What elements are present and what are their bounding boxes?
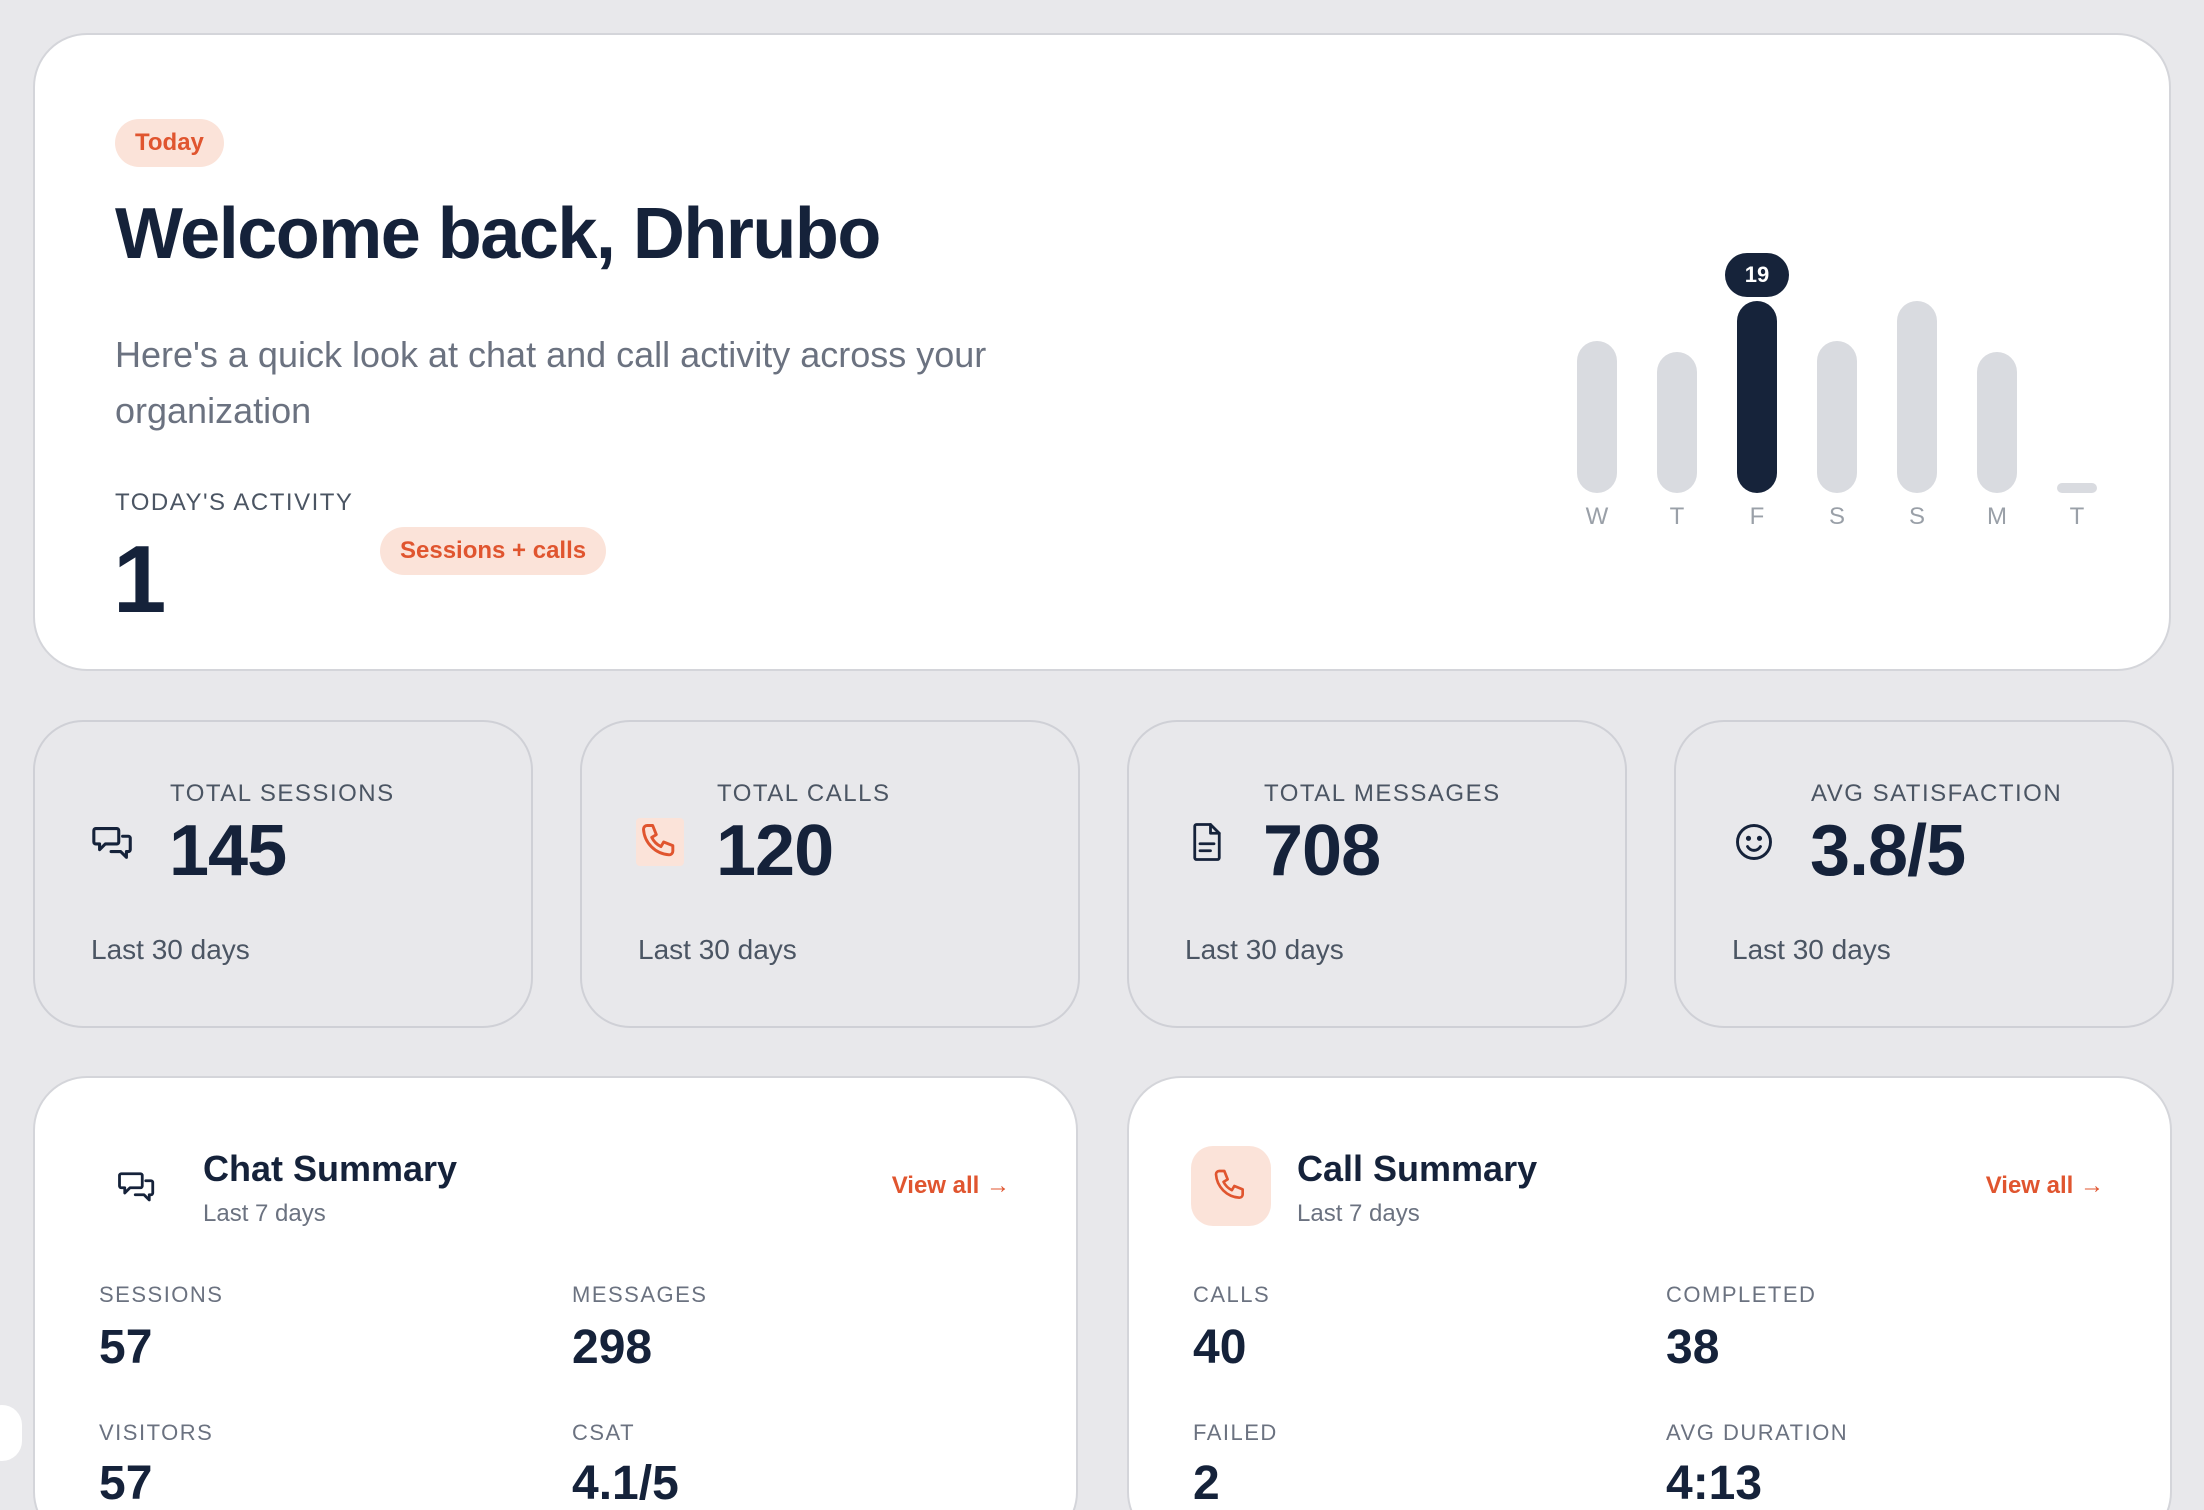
metric-value-calls: 40 bbox=[1193, 1321, 1247, 1374]
metric-label-csat: CSAT bbox=[572, 1420, 636, 1445]
stat-value: 145 bbox=[169, 811, 287, 891]
bar-day-label: F bbox=[1749, 503, 1765, 530]
call-summary-period: Last 7 days bbox=[1297, 1200, 1420, 1227]
welcome-subtitle: Here's a quick look at chat and call act… bbox=[115, 334, 987, 431]
stat-label: TOTAL CALLS bbox=[717, 780, 891, 807]
metric-value-visitors: 57 bbox=[99, 1457, 153, 1510]
dashboard-page: Today Welcome back, Dhrubo Here's a quic… bbox=[0, 0, 2204, 1510]
metric-label-avg-duration: AVG DURATION bbox=[1666, 1420, 1849, 1445]
bar[interactable] bbox=[2057, 483, 2097, 493]
chat-bubbles-icon bbox=[89, 818, 137, 866]
metric-label-visitors: VISITORS bbox=[99, 1420, 214, 1445]
metric-value-messages: 298 bbox=[572, 1321, 653, 1374]
bar[interactable] bbox=[1897, 301, 1937, 493]
call-summary-card: Call Summary Last 7 days View all → CALL… bbox=[1127, 1076, 2172, 1510]
bar-day-label: T bbox=[2069, 503, 2085, 530]
stat-label: AVG SATISFACTION bbox=[1811, 780, 2063, 807]
stat-period: Last 30 days bbox=[91, 934, 250, 965]
bar-column: T bbox=[2057, 205, 2097, 535]
metric-label-failed: FAILED bbox=[1193, 1420, 1278, 1445]
document-icon bbox=[1183, 818, 1231, 866]
bar-column: W bbox=[1577, 205, 1617, 535]
bar-column: T bbox=[1657, 205, 1697, 535]
bar[interactable] bbox=[1577, 341, 1617, 493]
bar-day-label: T bbox=[1669, 503, 1685, 530]
stat-label: TOTAL SESSIONS bbox=[170, 780, 395, 807]
stat-value: 120 bbox=[716, 811, 834, 891]
bar-day-label: W bbox=[1585, 503, 1609, 530]
metric-value-completed: 38 bbox=[1666, 1321, 1720, 1374]
stat-value: 3.8/5 bbox=[1810, 811, 1966, 891]
chat-summary-title: Chat Summary bbox=[203, 1148, 458, 1189]
metric-label-messages: MESSAGES bbox=[572, 1282, 708, 1307]
bar-column: F 19 bbox=[1725, 205, 1789, 535]
bar[interactable] bbox=[1977, 352, 2017, 493]
chat-bubbles-icon bbox=[97, 1146, 177, 1226]
bar-column: S bbox=[1897, 205, 1937, 535]
stat-card-total-sessions[interactable]: TOTAL SESSIONS 145 Last 30 days bbox=[33, 720, 533, 1028]
bar-value-tooltip: 19 bbox=[1725, 253, 1789, 297]
chat-summary-period: Last 7 days bbox=[203, 1200, 326, 1227]
metric-value-csat: 4.1/5 bbox=[572, 1457, 679, 1510]
stat-card-total-calls[interactable]: TOTAL CALLS 120 Last 30 days bbox=[580, 720, 1080, 1028]
stat-label: TOTAL MESSAGES bbox=[1264, 780, 1501, 807]
metric-value-failed: 2 bbox=[1193, 1457, 1220, 1510]
bar-day-label: M bbox=[1987, 503, 2007, 530]
metric-value-avg-duration: 4:13 bbox=[1666, 1457, 1763, 1510]
metric-label-sessions: SESSIONS bbox=[99, 1282, 224, 1307]
stat-card-avg-satisfaction[interactable]: AVG SATISFACTION 3.8/5 Last 30 days bbox=[1674, 720, 2174, 1028]
bar-day-label: S bbox=[1908, 503, 1925, 530]
metric-label-completed: COMPLETED bbox=[1666, 1282, 1817, 1307]
today-badge: Today bbox=[115, 119, 224, 167]
metric-label-calls: CALLS bbox=[1193, 1282, 1271, 1307]
bar[interactable] bbox=[1737, 301, 1777, 493]
stat-period: Last 30 days bbox=[1732, 934, 1891, 965]
stat-period: Last 30 days bbox=[638, 934, 797, 965]
chat-summary-card: Chat Summary Last 7 days View all → SESS… bbox=[33, 1076, 1078, 1510]
stat-card-total-messages[interactable]: TOTAL MESSAGES 708 Last 30 days bbox=[1127, 720, 1627, 1028]
bar[interactable] bbox=[1817, 341, 1857, 493]
sessions-calls-badge: Sessions + calls bbox=[380, 527, 607, 575]
welcome-title: Welcome back, Dhrubo bbox=[115, 194, 881, 274]
todays-activity-value: 1 bbox=[113, 526, 167, 633]
metric-value-sessions: 57 bbox=[99, 1321, 153, 1374]
todays-activity-label: TODAY'S ACTIVITY bbox=[115, 489, 354, 516]
bar[interactable] bbox=[1657, 352, 1697, 493]
phone-icon bbox=[1191, 1146, 1271, 1226]
phone-icon bbox=[636, 818, 684, 866]
stat-value: 708 bbox=[1263, 811, 1381, 891]
weekly-activity-chart: W T F 19 S S M T bbox=[1539, 205, 2139, 535]
bar-day-label: S bbox=[1828, 503, 1845, 530]
floating-handle[interactable] bbox=[0, 1405, 22, 1461]
call-view-all-link[interactable]: View all → bbox=[1986, 1172, 2104, 1200]
stat-period: Last 30 days bbox=[1185, 934, 1344, 965]
welcome-card: Today Welcome back, Dhrubo Here's a quic… bbox=[33, 33, 2171, 671]
chat-view-all-link[interactable]: View all → bbox=[892, 1172, 1010, 1200]
smiley-icon bbox=[1730, 818, 1778, 866]
bar-column: M bbox=[1977, 205, 2017, 535]
bar-column: S bbox=[1817, 205, 1857, 535]
call-summary-title: Call Summary bbox=[1297, 1148, 1538, 1189]
